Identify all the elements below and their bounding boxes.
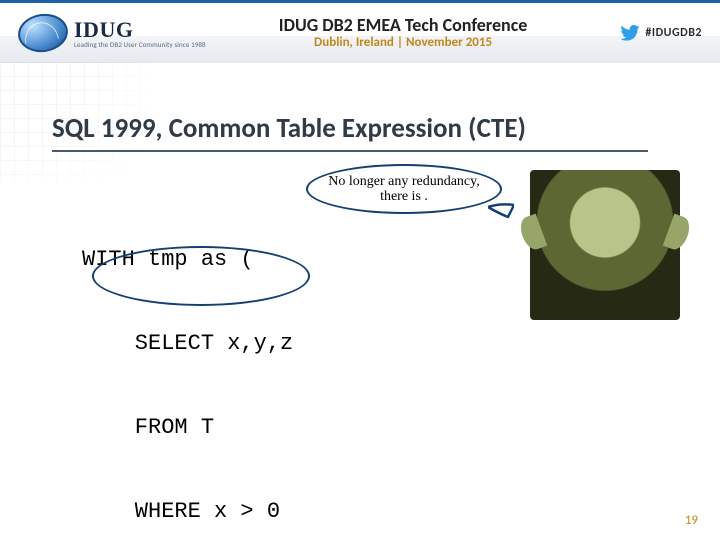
twitter-hashtag-block: #IDUGDB2 — [620, 25, 702, 41]
conference-location-date: Dublin, Ireland | November 2015 — [186, 36, 621, 51]
slide-title: SQL 1999, Common Table Expression (CTE) — [52, 112, 526, 145]
hashtag-text: #IDUGDB2 — [645, 26, 702, 40]
code-line: SELECT x,y,z — [82, 330, 491, 358]
code-line: FROM T — [82, 414, 491, 442]
org-logo-block: IDUG Leading the DB2 User Community sinc… — [18, 14, 206, 52]
speech-bubble-tail — [488, 203, 514, 221]
slide-header: IDUG Leading the DB2 User Community sinc… — [0, 0, 720, 63]
title-underline — [52, 150, 648, 152]
annotation-ellipse — [92, 246, 310, 306]
idug-globe-icon — [16, 11, 71, 56]
page-number: 19 — [685, 513, 698, 528]
conference-name: IDUG DB2 EMEA Tech Conference — [186, 15, 621, 36]
code-line: WHERE x > 0 — [82, 498, 491, 526]
header-inner: IDUG Leading the DB2 User Community sinc… — [0, 3, 720, 63]
conference-title-block: IDUG DB2 EMEA Tech Conference Dublin, Ir… — [186, 15, 621, 51]
twitter-bird-icon — [620, 25, 640, 41]
yoda-image — [530, 170, 680, 320]
sql-code-block: WITH tmp as ( SELECT x,y,z FROM T WHERE … — [82, 190, 491, 540]
